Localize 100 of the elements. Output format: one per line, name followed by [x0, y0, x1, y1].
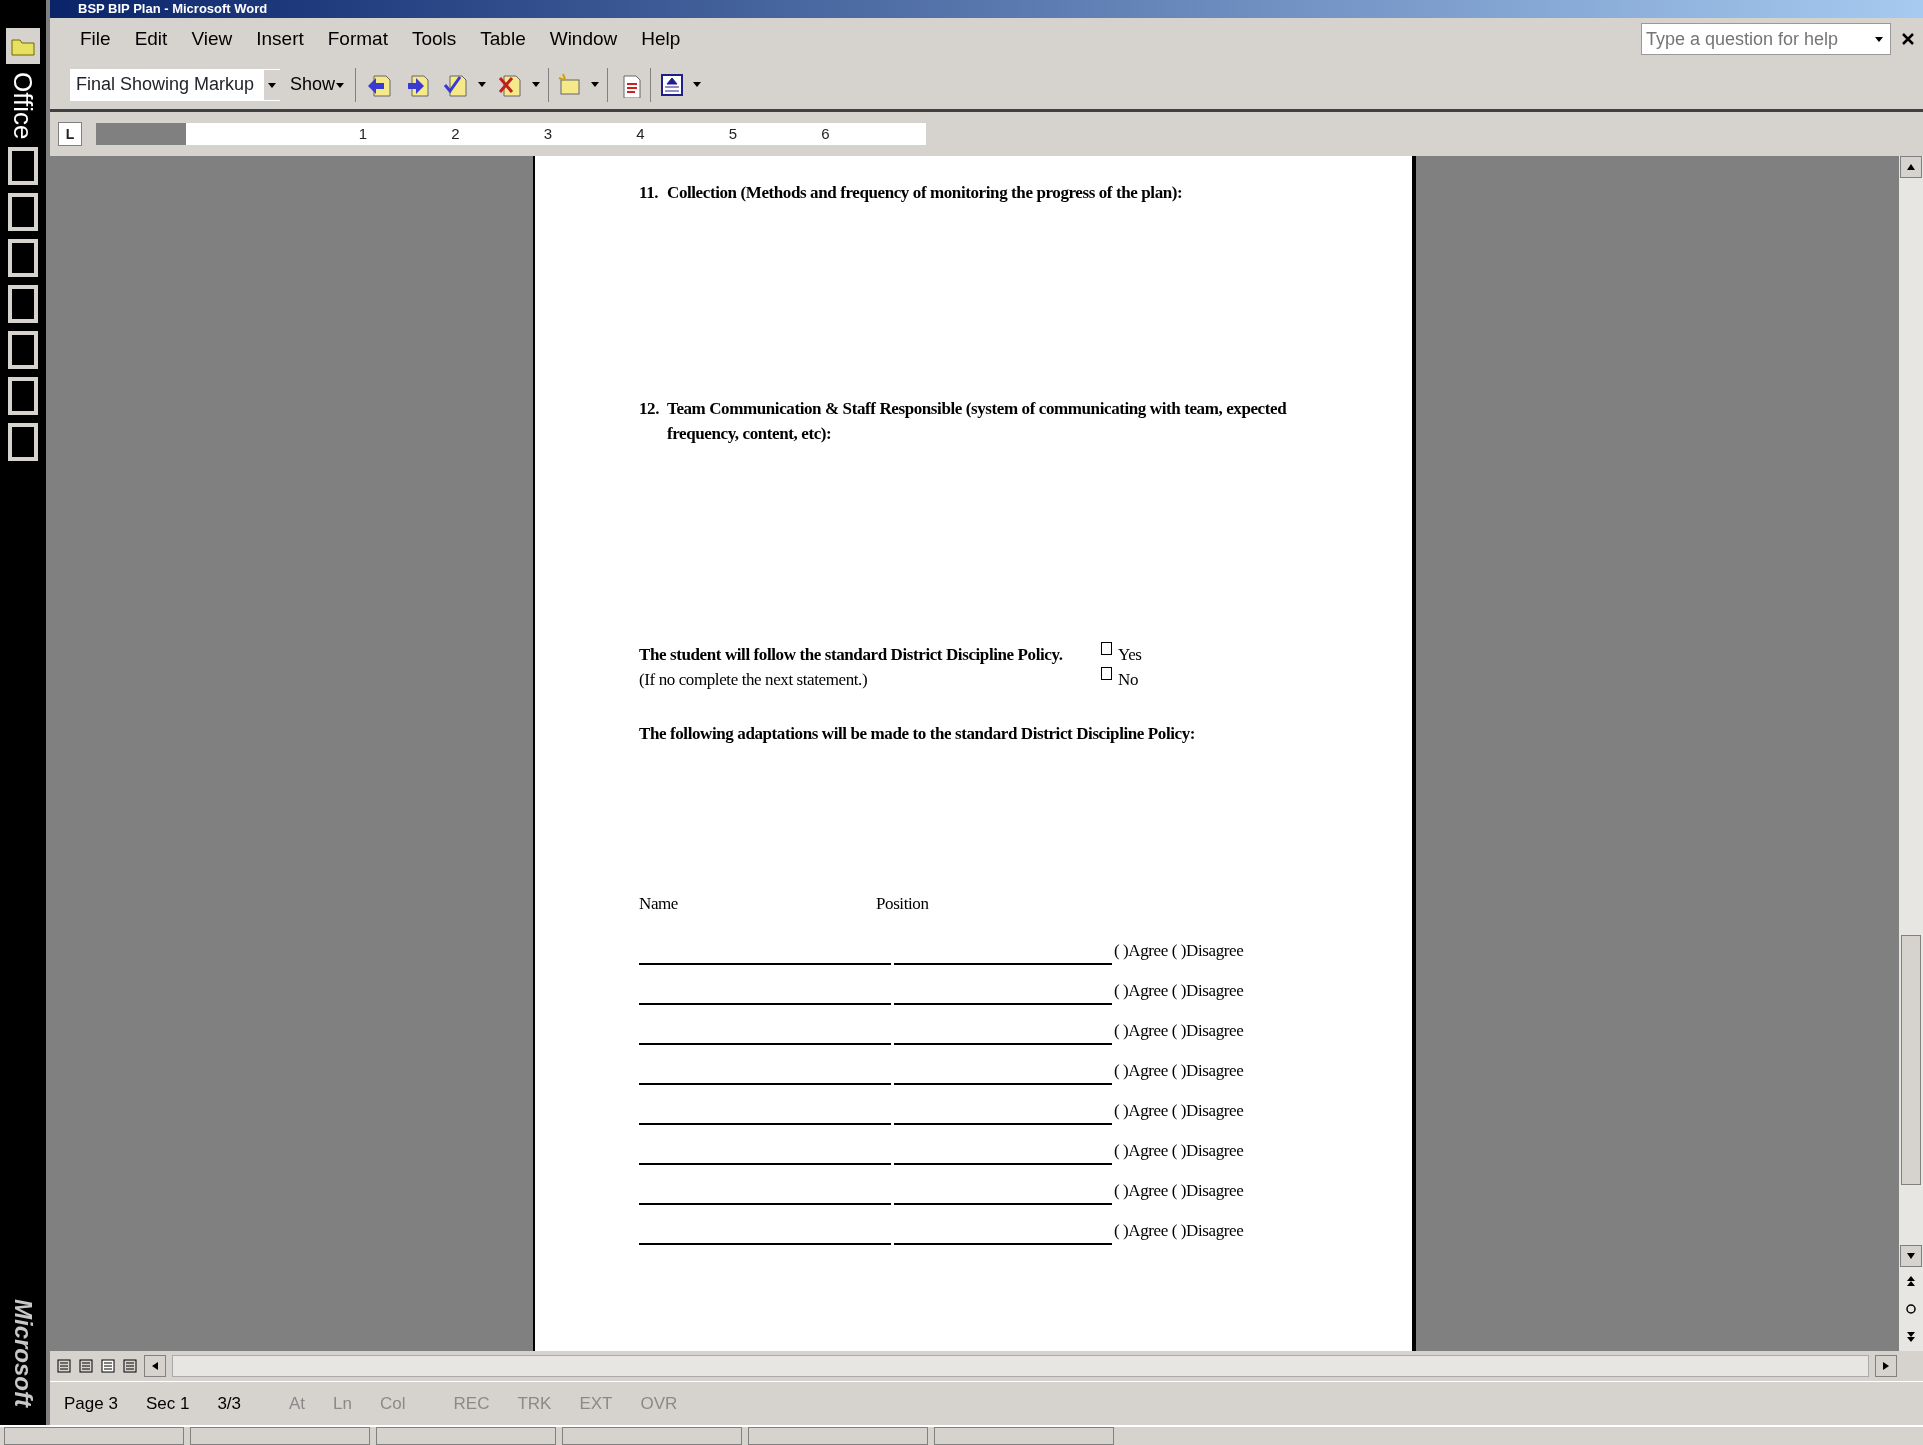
status-field: At	[275, 1390, 320, 1417]
adaptations-heading: The following adaptations will be made to the standard District Discipline Policy:	[639, 722, 1197, 745]
agree-disagree-options: ( )Agree ( )Disagree	[1114, 1181, 1244, 1199]
shortcut-square-icon[interactable]	[8, 239, 38, 278]
scroll-left-icon[interactable]	[151, 1361, 159, 1371]
section-heading: Collection (Methods and frequency of monitoring the progress of the plan):	[667, 182, 1183, 204]
agree-disagree-options: ( )Agree ( )Disagree	[1114, 1221, 1244, 1239]
shortcut-square-icon[interactable]	[8, 377, 38, 416]
dropdown-arrow-icon[interactable]	[478, 81, 487, 88]
ruler-number: 2	[450, 123, 461, 144]
taskbar-button[interactable]	[748, 1427, 928, 1445]
status-field: OVR	[626, 1390, 692, 1417]
taskbar-button[interactable]	[376, 1427, 556, 1445]
policy-note: (If no complete the next statement.)	[639, 669, 869, 691]
dropdown-arrow-icon	[335, 80, 346, 89]
browse-object-icon[interactable]	[1906, 1303, 1916, 1315]
fill-in-line[interactable]	[894, 1162, 1112, 1165]
menu-item[interactable]: Format	[315, 24, 400, 54]
fill-in-line[interactable]	[639, 1002, 891, 1005]
agree-disagree-options: ( )Agree ( )Disagree	[1114, 941, 1244, 959]
brand-label: Microsoft	[9, 1299, 38, 1407]
shortcut-square-icon[interactable]	[8, 285, 38, 324]
menu-item[interactable]: Tools	[399, 24, 469, 54]
reviewing-pane-icon[interactable]	[659, 71, 686, 98]
taskbar-button[interactable]	[190, 1427, 370, 1445]
section-number: 11.	[639, 182, 660, 204]
fill-in-line[interactable]	[639, 1082, 891, 1085]
fill-in-line[interactable]	[894, 1122, 1112, 1125]
status-field: Page 3	[50, 1390, 132, 1417]
dropdown-arrow-icon[interactable]	[1872, 34, 1886, 44]
menu-item[interactable]: Help	[629, 24, 693, 54]
normal-view-icon[interactable]	[56, 1358, 72, 1374]
shortcut-square-icon[interactable]	[8, 331, 38, 370]
checkbox[interactable]	[1101, 667, 1112, 680]
menu-item[interactable]: Table	[468, 24, 538, 54]
status-field: 3/3	[203, 1390, 255, 1417]
previous-page-icon[interactable]	[1906, 1275, 1916, 1287]
help-search-field[interactable]: Type a question for help	[1641, 23, 1891, 55]
status-field: REC	[439, 1390, 504, 1417]
column-heading: Name	[639, 893, 679, 915]
agree-disagree-options: ( )Agree ( )Disagree	[1114, 1101, 1244, 1119]
menu-item[interactable]: Window	[537, 24, 630, 54]
outline-view-icon[interactable]	[122, 1358, 138, 1374]
section-heading: Team Communication & Staff Responsible (system of communicating with team, expected frequency, content, etc):	[667, 397, 1288, 445]
display-mode-dropdown[interactable]: Final Showing Markup	[70, 68, 280, 101]
shortcut-square-icon[interactable]	[8, 193, 38, 232]
policy-statement: The student will follow the standard District Discipline Policy.	[639, 643, 1064, 666]
status-field: Col	[366, 1390, 420, 1417]
fill-in-line[interactable]	[639, 1242, 891, 1245]
dropdown-arrow-icon[interactable]	[693, 81, 702, 88]
ruler-number: 6	[820, 123, 831, 144]
scroll-up-icon[interactable]	[1906, 163, 1916, 171]
dropdown-arrow-icon[interactable]	[532, 81, 541, 88]
shortcut-square-icon[interactable]	[8, 147, 38, 186]
taskbar-button[interactable]	[4, 1427, 184, 1445]
menu-item[interactable]: Insert	[244, 24, 316, 54]
scroll-thumb[interactable]	[1901, 935, 1921, 1185]
section-number: 12.	[639, 397, 661, 420]
ruler-number: 4	[635, 123, 646, 144]
status-field: EXT	[565, 1390, 627, 1417]
checkbox[interactable]	[1101, 641, 1112, 655]
agree-disagree-options: ( )Agree ( )Disagree	[1114, 1021, 1244, 1039]
dropdown-arrow-icon	[267, 80, 277, 89]
menu-item[interactable]: Edit	[122, 24, 180, 54]
column-heading: Position	[876, 893, 929, 915]
scroll-right-icon[interactable]	[1882, 1361, 1890, 1371]
fill-in-line[interactable]	[894, 1202, 1112, 1205]
taskbar-button[interactable]	[934, 1427, 1114, 1445]
next-page-icon[interactable]	[1906, 1331, 1916, 1343]
status-field: Sec 1	[131, 1390, 204, 1417]
agree-disagree-options: ( )Agree ( )Disagree	[1114, 1141, 1244, 1159]
ruler[interactable]: 1 2 3 4 5 6	[96, 123, 926, 145]
horizontal-scrollbar[interactable]	[172, 1355, 1869, 1377]
fill-in-line[interactable]	[894, 1042, 1112, 1045]
fill-in-line[interactable]	[639, 962, 891, 965]
fill-in-line[interactable]	[894, 1002, 1112, 1005]
show-menu-button[interactable]: Show	[288, 69, 348, 100]
status-field: TRK	[503, 1390, 566, 1417]
fill-in-line[interactable]	[639, 1122, 891, 1125]
fill-in-line[interactable]	[639, 1202, 891, 1205]
taskbar-button[interactable]	[562, 1427, 742, 1445]
ruler-number: 3	[542, 123, 553, 144]
dropdown-arrow-icon[interactable]	[591, 81, 600, 88]
office-label: Office	[10, 72, 36, 140]
shortcut-square-icon[interactable]	[8, 423, 38, 462]
fill-in-line[interactable]	[639, 1042, 891, 1045]
vertical-scrollbar[interactable]	[1899, 156, 1923, 1351]
ruler-number: 5	[727, 123, 738, 144]
fill-in-line[interactable]	[894, 1082, 1112, 1085]
tab-selector-button[interactable]: L	[58, 122, 82, 146]
fill-in-line[interactable]	[894, 962, 1112, 965]
web-view-icon[interactable]	[78, 1358, 94, 1374]
checkbox-label: Yes	[1118, 643, 1142, 666]
agree-disagree-options: ( )Agree ( )Disagree	[1114, 1061, 1244, 1079]
menu-item[interactable]: View	[179, 24, 245, 54]
menu-item[interactable]: File	[68, 24, 123, 54]
print-layout-icon[interactable]	[100, 1358, 116, 1374]
fill-in-line[interactable]	[894, 1242, 1112, 1245]
fill-in-line[interactable]	[639, 1162, 891, 1165]
scroll-down-icon[interactable]	[1906, 1252, 1916, 1260]
